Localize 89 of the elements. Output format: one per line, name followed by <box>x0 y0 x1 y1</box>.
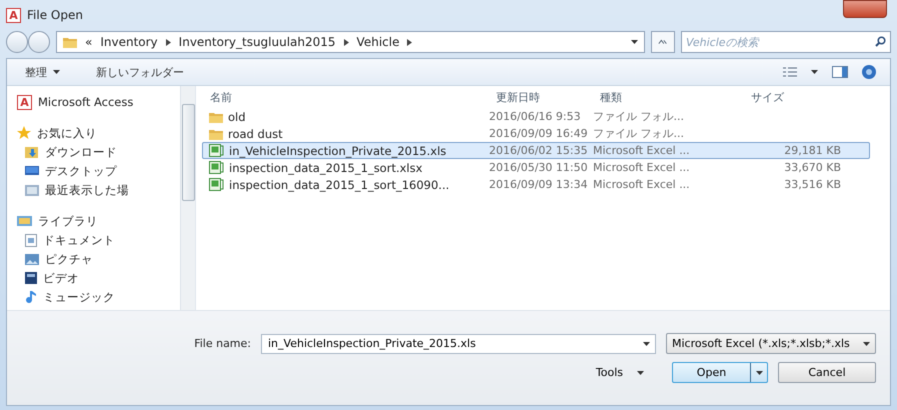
file-type: Microsoft Excel ... <box>593 178 691 191</box>
view-icon[interactable] <box>783 67 797 77</box>
folder-icon <box>209 110 223 122</box>
caret-icon <box>863 342 870 346</box>
caret-icon <box>637 370 644 374</box>
file-row[interactable]: old 2016/06/16 9:53 ファイル フォル... <box>202 108 870 125</box>
sidebar-item[interactable]: デスクトップ <box>13 163 180 179</box>
forward-button[interactable] <box>28 31 50 53</box>
file-name-label: File name: <box>194 337 251 350</box>
chevron-icon <box>407 38 412 46</box>
breadcrumb-item[interactable]: Inventory_tsugluulah2015 <box>178 35 336 49</box>
music-icon <box>25 290 37 304</box>
file-size: 33,516 KB <box>783 178 842 191</box>
tools-menu[interactable]: Tools <box>590 365 650 380</box>
column-header[interactable]: 更新日時 <box>488 90 592 104</box>
breadcrumb-item[interactable]: Inventory <box>100 35 158 49</box>
organize-menu[interactable]: 整理 <box>21 62 64 82</box>
spreadsheet-icon <box>209 144 224 157</box>
window-title: File Open <box>27 8 84 22</box>
preview-pane-icon[interactable] <box>832 66 848 78</box>
file-name-field[interactable]: in_VehicleInspection_Private_2015.xls <box>261 334 656 354</box>
sidebar-group[interactable]: お気に入り <box>13 125 180 141</box>
back-button[interactable] <box>6 31 28 53</box>
file-type: ファイル フォル... <box>593 109 685 124</box>
sidebar-item[interactable]: ピクチャ <box>13 251 180 267</box>
desktop-icon <box>25 165 39 177</box>
modified-date: 2016/06/02 15:35 <box>489 144 589 157</box>
refresh-icon <box>658 38 668 46</box>
breadcrumb-item[interactable]: Vehicle <box>356 35 400 49</box>
file-type: Microsoft Excel ... <box>593 144 691 157</box>
file-name: inspection_data_2015_1_sort.xlsx <box>229 160 422 174</box>
chevron-icon <box>344 38 349 46</box>
modified-date: 2016/05/30 11:50 <box>489 161 589 174</box>
file-type-dropdown[interactable]: Microsoft Excel (*.xls;*.xlsb;*.xls <box>666 333 876 354</box>
folder-icon <box>209 128 223 140</box>
sidebar-item[interactable]: 最近表示した場 <box>13 182 180 198</box>
dropdown-icon <box>631 40 638 44</box>
file-name: in_VehicleInspection_Private_2015.xls <box>229 144 446 158</box>
document-icon <box>25 234 37 246</box>
column-header[interactable]: サイズ <box>704 90 844 104</box>
sidebar-item[interactable]: A Microsoft Access <box>13 94 180 110</box>
modified-date: 2016/09/09 16:49 <box>489 127 589 140</box>
open-button[interactable]: Open <box>672 362 768 383</box>
file-type: Microsoft Excel ... <box>593 161 691 174</box>
column-header[interactable]: 名前 <box>202 90 488 104</box>
file-size: 29,181 KB <box>783 144 842 157</box>
app-icon: A <box>6 8 21 22</box>
cancel-button[interactable]: Cancel <box>778 362 876 383</box>
sidebar-group[interactable]: ライブラリ <box>13 213 180 229</box>
dropdown-icon <box>643 342 650 346</box>
address-bar[interactable]: « Inventory Inventory_tsugluulah2015 Vehicle <box>56 31 645 53</box>
spreadsheet-icon <box>209 178 224 191</box>
chevron-icon <box>166 38 171 46</box>
sidebar-item[interactable]: ドキュメント <box>13 232 180 248</box>
file-row[interactable]: road dust 2016/09/09 16:49 ファイル フォル... <box>202 125 870 142</box>
scrollbar[interactable] <box>180 86 195 310</box>
file-row[interactable]: inspection_data_2015_1_sort.xlsx 2016/05/30 11:50 Microsoft Excel ... 33,670 KB <box>202 159 870 176</box>
help-icon[interactable] <box>862 65 876 79</box>
search-icon <box>875 36 886 47</box>
file-name: old <box>228 110 246 124</box>
sidebar-item[interactable]: ビデオ <box>13 270 180 286</box>
modified-date: 2016/06/16 9:53 <box>489 110 582 123</box>
spreadsheet-icon <box>209 161 224 174</box>
sidebar-item[interactable]: ミュージック <box>13 289 180 305</box>
recent-places-icon <box>25 184 39 196</box>
star-icon <box>17 126 31 140</box>
dropdown-icon <box>756 370 762 374</box>
file-row[interactable]: inspection_data_2015_1_sort_16090... 2016/09/09 13:34 Microsoft Excel ... 33,516 KB <box>202 176 870 193</box>
download-folder-icon <box>25 145 39 159</box>
new-folder-button[interactable]: 新しいフォルダー <box>92 62 188 82</box>
search-field[interactable]: Vehicleの検索 <box>681 31 891 53</box>
refresh-button[interactable] <box>651 31 675 53</box>
close-button[interactable] <box>843 0 887 18</box>
file-row[interactable]: in_VehicleInspection_Private_2015.xls 2016/06/02 15:35 Microsoft Excel ... 29,181 KB <box>202 142 870 159</box>
caret-icon <box>53 70 60 74</box>
folder-icon <box>63 36 77 48</box>
file-type: ファイル フォル... <box>593 126 685 141</box>
library-icon <box>17 215 32 227</box>
modified-date: 2016/09/09 13:34 <box>489 178 589 191</box>
view-dropdown-icon <box>811 70 818 74</box>
file-name: road dust <box>228 126 283 140</box>
breadcrumb-overflow[interactable]: « <box>85 35 92 49</box>
sidebar-item[interactable]: ダウンロード <box>13 144 180 160</box>
video-icon <box>25 272 37 284</box>
column-header[interactable]: 種類 <box>592 90 704 104</box>
file-name: inspection_data_2015_1_sort_16090... <box>229 178 450 192</box>
file-size: 33,670 KB <box>783 161 842 174</box>
app-icon: A <box>17 94 32 110</box>
picture-library-icon <box>25 254 39 264</box>
